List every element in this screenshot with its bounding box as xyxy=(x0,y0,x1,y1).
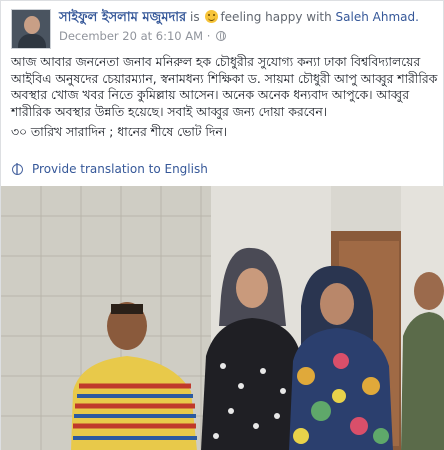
post-header-text: সাইফুল ইসলাম মজুমদার is feeling happy wi… xyxy=(59,9,419,44)
globe-icon[interactable] xyxy=(216,31,227,41)
is-text: is xyxy=(190,10,200,24)
post-photo[interactable] xyxy=(1,186,444,450)
author-avatar[interactable] xyxy=(11,9,51,49)
feeling-text: feeling happy with xyxy=(220,10,332,24)
post-paragraph-2: ৩০ তারিখ সারাদিন ; ধানের শীষে ভোট দিন। xyxy=(11,125,228,139)
smiley-face-icon xyxy=(205,10,219,23)
author-name-link[interactable]: সাইফুল ইসলাম মজুমদার xyxy=(59,10,186,25)
facebook-post-card: সাইফুল ইসলাম মজুমদার is feeling happy wi… xyxy=(0,0,444,450)
translate-label: Provide translation to English xyxy=(32,162,208,176)
separator-dot: · xyxy=(206,29,211,43)
post-photo-image xyxy=(1,186,444,450)
post-paragraph-1: আজ আবার জননেতা জনাব মনিরুল হক চৌধুরীর সু… xyxy=(11,55,438,119)
globe-translate-icon xyxy=(11,163,23,175)
post-timestamp-link[interactable]: December 20 at 6:10 AM xyxy=(59,29,203,43)
post-text: আজ আবার জননেতা জনাব মনিরুল হক চৌধুরীর সু… xyxy=(11,54,439,145)
tagged-friend-link[interactable]: Saleh Ahmad. xyxy=(336,10,419,24)
provide-translation-link[interactable]: Provide translation to English xyxy=(11,162,208,176)
post-header: সাইফুল ইসলাম মজুমদার is feeling happy wi… xyxy=(11,9,435,49)
